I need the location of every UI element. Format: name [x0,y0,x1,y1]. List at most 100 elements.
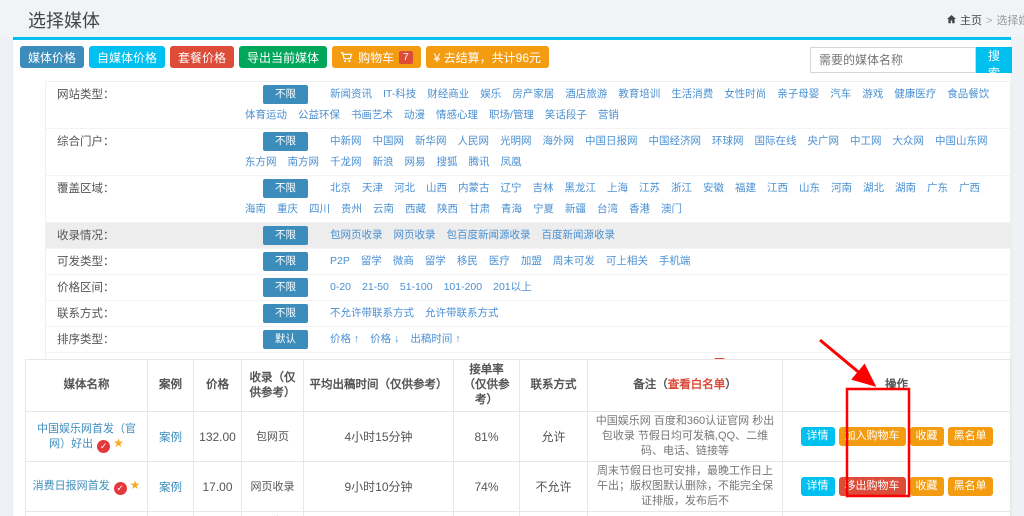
filter-option[interactable]: 食品餐饮 [947,85,989,104]
filter-option[interactable]: 山西 [426,179,447,198]
filter-option[interactable]: 宁夏 [533,200,554,219]
filter-option[interactable]: 贵州 [341,200,362,219]
filter-option[interactable]: 公益环保 [298,106,340,125]
filter-option[interactable]: 网页收录 [394,226,436,245]
filter-option[interactable]: 吉林 [533,179,554,198]
filter-option[interactable]: 101-200 [444,278,483,297]
filter-option[interactable]: 海南 [245,200,266,219]
remove-from-cart-button[interactable]: 移出购物车 [839,477,906,496]
filter-option[interactable]: 营销 [598,106,619,125]
filter-option[interactable]: 北京 [330,179,351,198]
self-media-price-button[interactable]: 自媒体价格 [89,46,165,68]
filter-option[interactable]: 体育运动 [245,106,287,125]
filter-option[interactable]: 大众网 [893,132,925,151]
media-price-button[interactable]: 媒体价格 [20,46,84,68]
filter-option[interactable]: 云南 [373,200,394,219]
filter-option[interactable]: 上海 [607,179,628,198]
cart-button[interactable]: 购物车7 [332,46,421,68]
filter-option[interactable]: 生活消费 [671,85,713,104]
filter-option[interactable]: 职场/管理 [489,106,534,125]
filter-option[interactable]: 国际在线 [755,132,797,151]
filter-option[interactable]: 重庆 [277,200,298,219]
favorite-button[interactable]: 收藏 [910,477,944,496]
filter-option[interactable]: 教育培训 [618,85,660,104]
filter-option[interactable]: 央广网 [808,132,840,151]
filter-option-selected[interactable]: 不限 [263,226,308,245]
filter-option[interactable]: 香港 [629,200,650,219]
filter-option[interactable]: 出稿时间 ↑ [410,330,460,349]
filter-option[interactable]: 亲子母婴 [777,85,819,104]
filter-option[interactable]: 周末可发 [553,252,595,271]
filter-option[interactable]: 新浪 [373,153,394,172]
filter-option[interactable]: 动漫 [404,106,425,125]
filter-option[interactable]: 书画艺术 [351,106,393,125]
whitelist-link[interactable]: 查看白名单 [668,379,726,391]
filter-option[interactable]: 陕西 [437,200,458,219]
filter-option[interactable]: 中国经济网 [649,132,702,151]
filter-option[interactable]: 天津 [362,179,383,198]
filter-option[interactable]: 环球网 [712,132,744,151]
media-name-link[interactable]: 消费日报网首发 [33,480,110,492]
filter-option-selected[interactable]: 不限 [263,278,308,297]
filter-option[interactable]: 甘肃 [469,200,490,219]
filter-option[interactable]: 医疗 [489,252,510,271]
filter-option[interactable]: 中国日报网 [585,132,638,151]
filter-option[interactable]: 四川 [309,200,330,219]
package-price-button[interactable]: 套餐价格 [170,46,234,68]
filter-option[interactable]: IT-科技 [383,85,416,104]
filter-option[interactable]: 湖北 [863,179,884,198]
filter-option-selected[interactable]: 不限 [263,252,308,271]
filter-option[interactable]: 包网页收录 [330,226,383,245]
filter-option-selected[interactable]: 不限 [263,179,308,198]
filter-option[interactable]: 西藏 [405,200,426,219]
filter-option[interactable]: 51-100 [400,278,433,297]
filter-option[interactable]: 新华网 [415,132,447,151]
filter-option[interactable]: 允许带联系方式 [425,304,499,323]
filter-option[interactable]: 南方网 [288,153,320,172]
filter-option[interactable]: 浙江 [671,179,692,198]
filter-option[interactable]: 东方网 [245,153,277,172]
filter-option[interactable]: 腾讯 [469,153,490,172]
filter-option[interactable]: 河北 [394,179,415,198]
filter-option[interactable]: 百度新闻源收录 [542,226,616,245]
filter-option[interactable]: 台湾 [597,200,618,219]
filter-option[interactable]: 笑话段子 [545,106,587,125]
filter-option[interactable]: 健康医疗 [894,85,936,104]
breadcrumb-home[interactable]: 主页 [960,15,982,27]
filter-option[interactable]: 网易 [405,153,426,172]
filter-option[interactable]: 安徽 [703,179,724,198]
export-current-button[interactable]: 导出当前媒体 [239,46,327,68]
filter-option[interactable]: 光明网 [500,132,532,151]
filter-option[interactable]: 微商 [393,252,414,271]
filter-option[interactable]: 0-20 [330,278,351,297]
filter-option[interactable]: 留学 [361,252,382,271]
filter-option[interactable]: 中国网 [373,132,405,151]
filter-option[interactable]: 价格 ↑ [330,330,359,349]
filter-option[interactable]: 新疆 [565,200,586,219]
case-link[interactable]: 案例 [159,482,182,494]
filter-option[interactable]: 中国山东网 [935,132,988,151]
filter-option[interactable]: 不允许带联系方式 [330,304,414,323]
blacklist-button[interactable]: 黑名单 [948,477,993,496]
filter-option[interactable]: 女性时尚 [724,85,766,104]
filter-option[interactable]: 福建 [735,179,756,198]
blacklist-button[interactable]: 黑名单 [948,427,993,446]
filter-option[interactable]: 房产家居 [512,85,554,104]
filter-option[interactable]: 黑龙江 [565,179,597,198]
filter-option[interactable]: 娱乐 [480,85,501,104]
case-link[interactable]: 案例 [159,432,182,444]
filter-option[interactable]: 江西 [767,179,788,198]
filter-option[interactable]: 中新网 [330,132,362,151]
detail-button[interactable]: 详情 [801,477,835,496]
filter-option[interactable]: P2P [330,252,350,271]
filter-option-selected[interactable]: 不限 [263,132,308,151]
filter-option[interactable]: 手机端 [659,252,691,271]
detail-button[interactable]: 详情 [801,427,835,446]
filter-option[interactable]: 加盟 [521,252,542,271]
filter-option-selected[interactable]: 不限 [263,304,308,323]
filter-option[interactable]: 千龙网 [330,153,362,172]
filter-option[interactable]: 山东 [799,179,820,198]
filter-option[interactable]: 海外网 [543,132,575,151]
filter-option[interactable]: 移民 [457,252,478,271]
filter-option[interactable]: 中工网 [850,132,882,151]
